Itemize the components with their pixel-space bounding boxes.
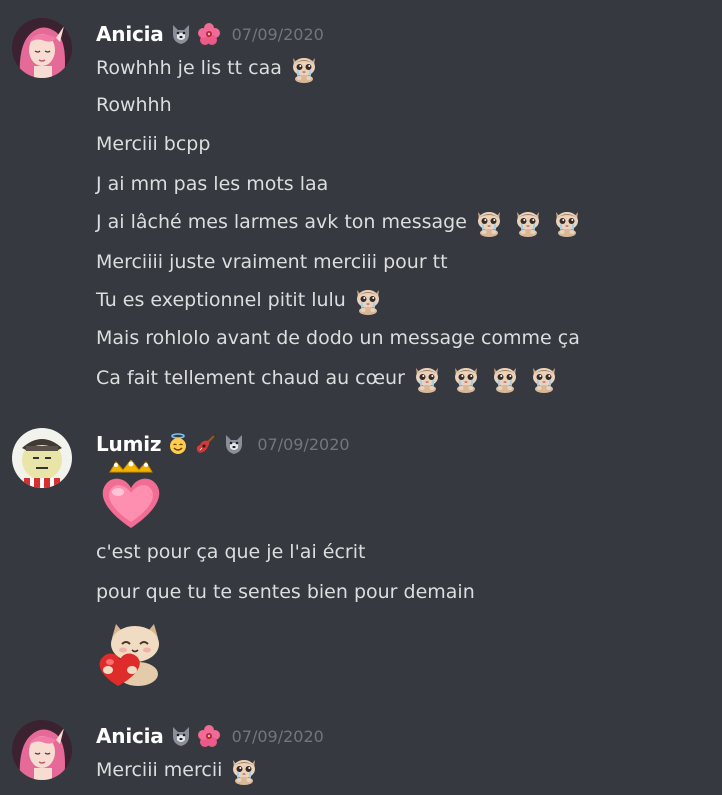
message: Rowhhh — [96, 89, 172, 121]
hibiscus-icon — [198, 23, 220, 45]
message-text: Merciii mercii — [96, 759, 223, 781]
anicia-avatar-image — [12, 720, 72, 780]
avatar[interactable] — [12, 720, 72, 780]
message-text: Mais rohlolo avant de dodo un message co… — [96, 327, 580, 349]
crying-cat-icon[interactable] — [512, 206, 544, 238]
message-text: J ai mm pas les mots laa — [96, 173, 329, 195]
message-text: J ai lâché mes larmes avk ton message — [96, 211, 467, 233]
wolf-icon — [170, 725, 192, 747]
message-text: Merciii bcpp — [96, 133, 211, 155]
anicia-avatar-image — [12, 18, 72, 78]
message-header: Lumiz 07/09/2020 — [96, 430, 350, 458]
message-header: Anicia 07/09/2020 — [96, 722, 324, 750]
crying-cat-icon[interactable] — [489, 362, 521, 394]
message-header: Anicia 07/09/2020 — [96, 20, 324, 48]
guitar-icon — [195, 433, 217, 455]
username[interactable]: Anicia — [96, 724, 164, 748]
crying-cat-icon[interactable] — [352, 284, 384, 316]
message: c'est pour ça que je l'ai écrit — [96, 536, 365, 568]
crying-cat-icon[interactable] — [288, 52, 320, 84]
username[interactable]: Lumiz — [96, 432, 162, 456]
crying-cat-icon[interactable] — [228, 754, 260, 786]
lumiz-avatar-image — [12, 428, 72, 488]
angel-face-icon — [167, 433, 189, 455]
username[interactable]: Anicia — [96, 22, 164, 46]
message: J ai lâché mes larmes avk ton message — [96, 206, 583, 238]
crowned-heart-icon[interactable] — [96, 460, 166, 530]
message: Mais rohlolo avant de dodo un message co… — [96, 322, 580, 354]
message: Ca fait tellement chaud au cœur — [96, 362, 560, 394]
message-text: pour que tu te sentes bien pour demain — [96, 581, 475, 603]
timestamp: 07/09/2020 — [231, 24, 324, 44]
message-text: Tu es exeptionnel pitit lulu — [96, 289, 346, 311]
message-text: Rowhhh je lis tt caa — [96, 57, 282, 79]
avatar[interactable] — [12, 18, 72, 78]
message: Merciii mercii — [96, 754, 260, 786]
message-text: Rowhhh — [96, 94, 172, 116]
message: Rowhhh je lis tt caa — [96, 52, 320, 84]
chat-message-list: Anicia 07/09/2020 Rowhhh je lis tt caa R… — [0, 0, 722, 795]
message: J ai mm pas les mots laa — [96, 168, 328, 200]
crying-cat-icon[interactable] — [528, 362, 560, 394]
wolf-icon — [170, 23, 192, 45]
timestamp: 07/09/2020 — [257, 434, 350, 454]
avatar[interactable] — [12, 428, 72, 488]
crying-cat-icon[interactable] — [411, 362, 443, 394]
message-text: Ca fait tellement chaud au cœur — [96, 367, 405, 389]
message: Tu es exeptionnel pitit lulu — [96, 284, 384, 316]
message: Merciii bcpp — [96, 128, 210, 160]
crying-cat-icon[interactable] — [473, 206, 505, 238]
hibiscus-icon — [198, 725, 220, 747]
message: pour que tu te sentes bien pour demain — [96, 576, 475, 608]
timestamp: 07/09/2020 — [231, 726, 324, 746]
cat-holding-heart-icon[interactable] — [96, 616, 166, 686]
message: Merciiii juste vraiment merciii pour tt — [96, 246, 448, 278]
wolf-icon — [223, 433, 245, 455]
crying-cat-icon[interactable] — [551, 206, 583, 238]
crying-cat-icon[interactable] — [450, 362, 482, 394]
message-text: Merciiii juste vraiment merciii pour tt — [96, 251, 448, 273]
message-text: c'est pour ça que je l'ai écrit — [96, 541, 366, 563]
